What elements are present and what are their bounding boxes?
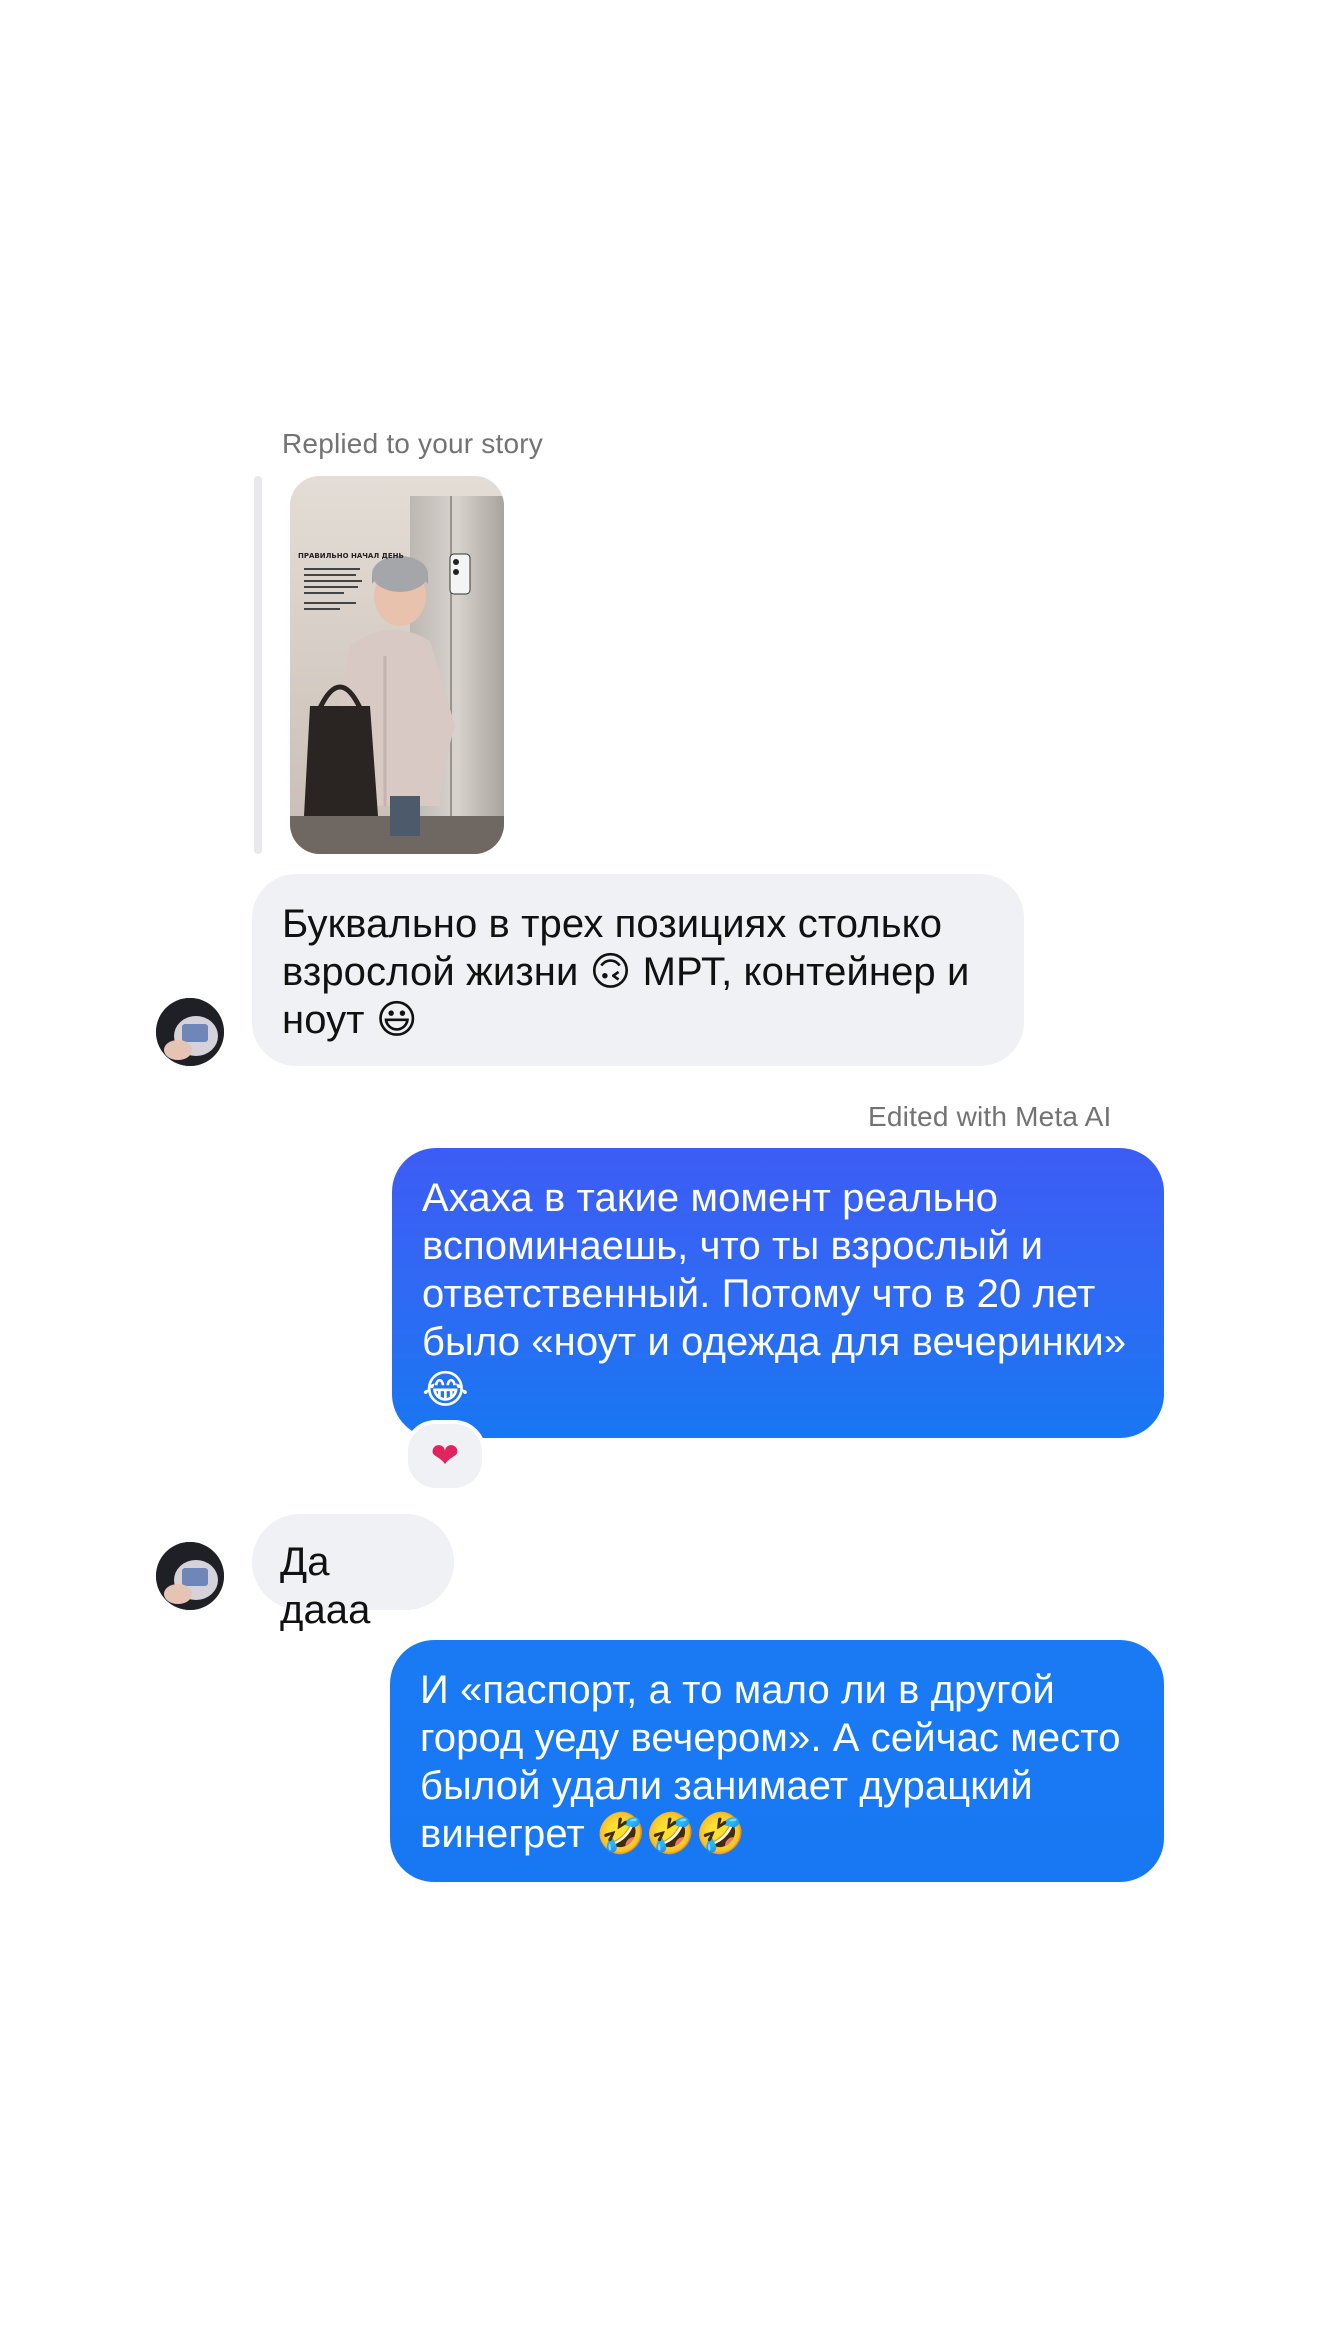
message-bubble-outgoing[interactable]: Ахаха в такие момент реально вспоминаешь… (392, 1148, 1164, 1438)
message-bubble-incoming[interactable]: Буквально в трех позициях столько взросл… (252, 874, 1024, 1066)
replied-to-story-label: Replied to your story (282, 428, 543, 459)
reaction-badge[interactable]: ❤ (404, 1420, 486, 1492)
story-preview-thumbnail[interactable]: ПРАВИЛЬНО НАЧАЛ ДЕНЬ (290, 476, 504, 854)
message-bubble-incoming[interactable]: Да дааа (252, 1514, 454, 1632)
heart-icon: ❤ (430, 1437, 460, 1475)
avatar[interactable] (156, 1542, 224, 1610)
story-caption-title: ПРАВИЛЬНО НАЧАЛ ДЕНЬ (298, 552, 404, 560)
avatar[interactable] (156, 998, 224, 1066)
edited-with-meta-ai-label: Edited with Meta AI (868, 1101, 1112, 1132)
reply-quote-bar (254, 476, 262, 854)
story-photo: ПРАВИЛЬНО НАЧАЛ ДЕНЬ (290, 476, 504, 854)
message-bubble-outgoing[interactable]: И «паспорт, а то мало ли в другой город … (390, 1640, 1164, 1882)
